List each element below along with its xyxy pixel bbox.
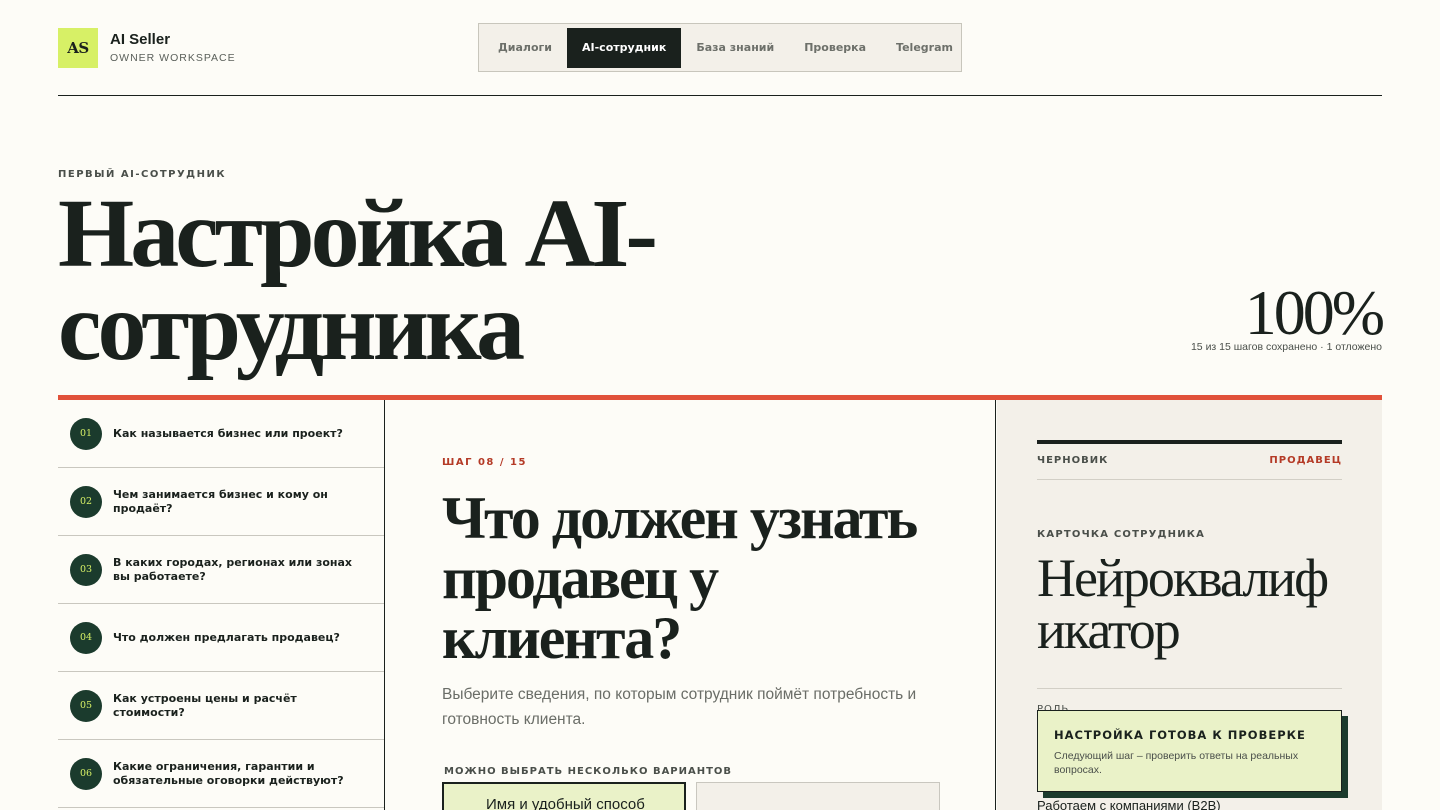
option-name-contact[interactable]: Имя и удобный способ	[442, 782, 686, 810]
draft-top-rule	[1037, 440, 1342, 444]
logo[interactable]: AS	[58, 28, 98, 68]
main-nav: Диалоги AI-сотрудник База знаний Проверк…	[478, 23, 962, 72]
step-label: В каких городах, регионах или зонах вы р…	[113, 555, 353, 583]
field-value: Работаем с компаниями (B2B)	[1037, 798, 1221, 810]
multi-select-hint: МОЖНО ВЫБРАТЬ НЕСКОЛЬКО ВАРИАНТОВ	[444, 766, 733, 777]
step-label: Как называется бизнес или проект?	[113, 426, 343, 440]
step-counter-prefix: ШАГ	[442, 457, 473, 468]
progress-note: 15 из 15 шагов сохранено · 1 отложено	[1190, 341, 1382, 353]
step-label: Какие ограничения, гарантии и обязательн…	[113, 759, 344, 787]
toast-title: НАСТРОЙКА ГОТОВА К ПРОВЕРКЕ	[1054, 728, 1306, 742]
brand-subtitle: OWNER WORKSPACE	[110, 52, 236, 64]
step-item-02[interactable]: 02 Чем занимается бизнес и кому он прода…	[58, 468, 384, 536]
question-panel: ШАГ 08 / 15 Что должен узнать продавец у…	[386, 400, 996, 810]
divider	[1037, 688, 1342, 689]
divider	[1037, 479, 1342, 480]
tab-telegram[interactable]: Telegram	[881, 28, 968, 68]
hero-eyebrow: ПЕРВЫЙ AI-СОТРУДНИК	[58, 169, 226, 180]
step-counter: ШАГ 08 / 15	[442, 457, 527, 468]
step-counter-value: 08 / 15	[477, 457, 527, 468]
tab-check[interactable]: Проверка	[789, 28, 881, 68]
card-label: КАРТОЧКА СОТРУДНИКА	[1037, 529, 1206, 540]
tab-knowledge-base[interactable]: База знаний	[681, 28, 789, 68]
page: AS AI Seller OWNER WORKSPACE Диалоги AI-…	[0, 0, 1440, 810]
step-label: Что должен предлагать продавец?	[113, 630, 340, 644]
step-list: 01 Как называется бизнес или проект? 02 …	[58, 400, 385, 810]
toast-body: Следующий шаг – проверить ответы на реал…	[1054, 750, 1299, 776]
question-title: Что должен узнать продавец у клиента?	[442, 485, 918, 671]
employee-name: Нейроквалификатор	[1037, 548, 1329, 660]
step-label: Как устроены цены и расчёт стоимости?	[113, 691, 297, 719]
step-item-04[interactable]: 04 Что должен предлагать продавец?	[58, 604, 384, 672]
ready-toast[interactable]: НАСТРОЙКА ГОТОВА К ПРОВЕРКЕ Следующий ша…	[1037, 710, 1342, 792]
step-number: 05	[70, 689, 102, 722]
tab-dialogs[interactable]: Диалоги	[483, 28, 567, 68]
progress-percent: 100%	[1244, 277, 1385, 348]
step-item-05[interactable]: 05 Как устроены цены и расчёт стоимости?	[58, 672, 384, 740]
page-title: Настройка AI-сотрудника	[58, 180, 658, 381]
question-description: Выберите сведения, по которым сотрудник …	[442, 686, 917, 728]
tab-ai-employee[interactable]: AI-сотрудник	[567, 27, 682, 68]
step-number: 03	[70, 553, 102, 586]
step-label: Чем занимается бизнес и кому он продаёт?	[113, 487, 328, 515]
step-number: 02	[70, 485, 102, 518]
step-item-06[interactable]: 06 Какие ограничения, гарантии и обязате…	[58, 740, 384, 808]
step-number: 06	[70, 757, 102, 790]
draft-role: ПРОДАВЕЦ	[1269, 455, 1342, 466]
step-item-03[interactable]: 03 В каких городах, регионах или зонах в…	[58, 536, 384, 604]
step-item-01[interactable]: 01 Как называется бизнес или проект?	[58, 400, 384, 468]
step-number: 04	[70, 621, 102, 654]
option-second[interactable]	[696, 782, 940, 810]
option-label: Имя и удобный способ	[486, 796, 645, 810]
step-number: 01	[70, 417, 102, 450]
brand-name: AI Seller	[110, 31, 171, 48]
draft-label: ЧЕРНОВИК	[1037, 455, 1109, 466]
top-header: AS AI Seller OWNER WORKSPACE Диалоги AI-…	[58, 0, 1382, 96]
